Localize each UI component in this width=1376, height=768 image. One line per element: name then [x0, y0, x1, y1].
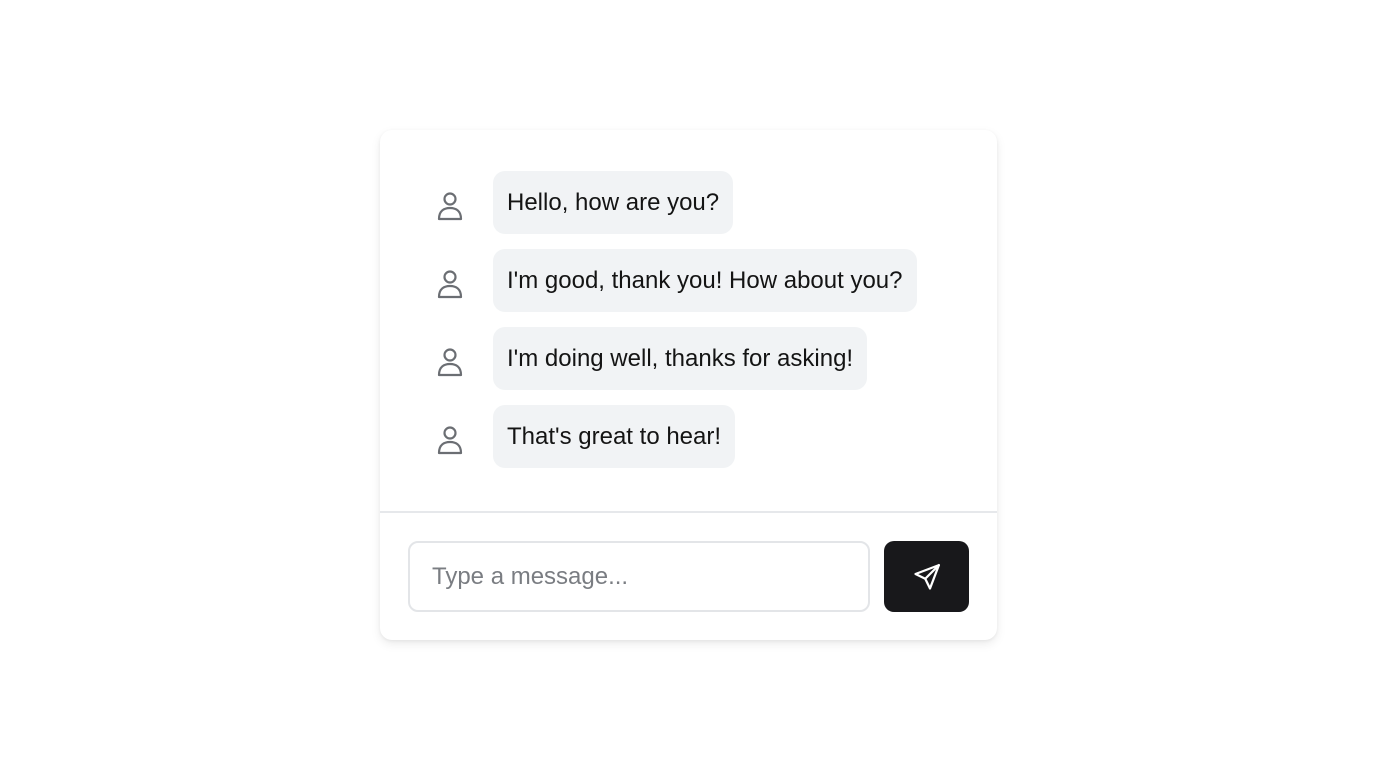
chat-card: Hello, how are you? I'm good, thank you!…	[380, 130, 997, 640]
message-bubble: Hello, how are you?	[493, 171, 734, 234]
user-icon	[435, 347, 465, 377]
message-list: Hello, how are you? I'm good, thank you!…	[380, 130, 997, 511]
user-icon	[435, 269, 465, 299]
message-bubble: That's great to hear!	[493, 405, 736, 468]
send-button[interactable]	[884, 541, 969, 612]
message-bubble: I'm good, thank you! How about you?	[493, 249, 917, 312]
user-icon	[435, 425, 465, 455]
send-icon	[912, 562, 942, 592]
composer-divider	[380, 511, 997, 513]
user-icon	[435, 191, 465, 221]
message-row: That's great to hear!	[380, 405, 997, 468]
message-row: I'm good, thank you! How about you?	[380, 249, 997, 312]
message-row: Hello, how are you?	[380, 171, 997, 234]
message-bubble: I'm doing well, thanks for asking!	[493, 327, 868, 390]
message-input[interactable]	[408, 541, 870, 612]
message-row: I'm doing well, thanks for asking!	[380, 327, 997, 390]
